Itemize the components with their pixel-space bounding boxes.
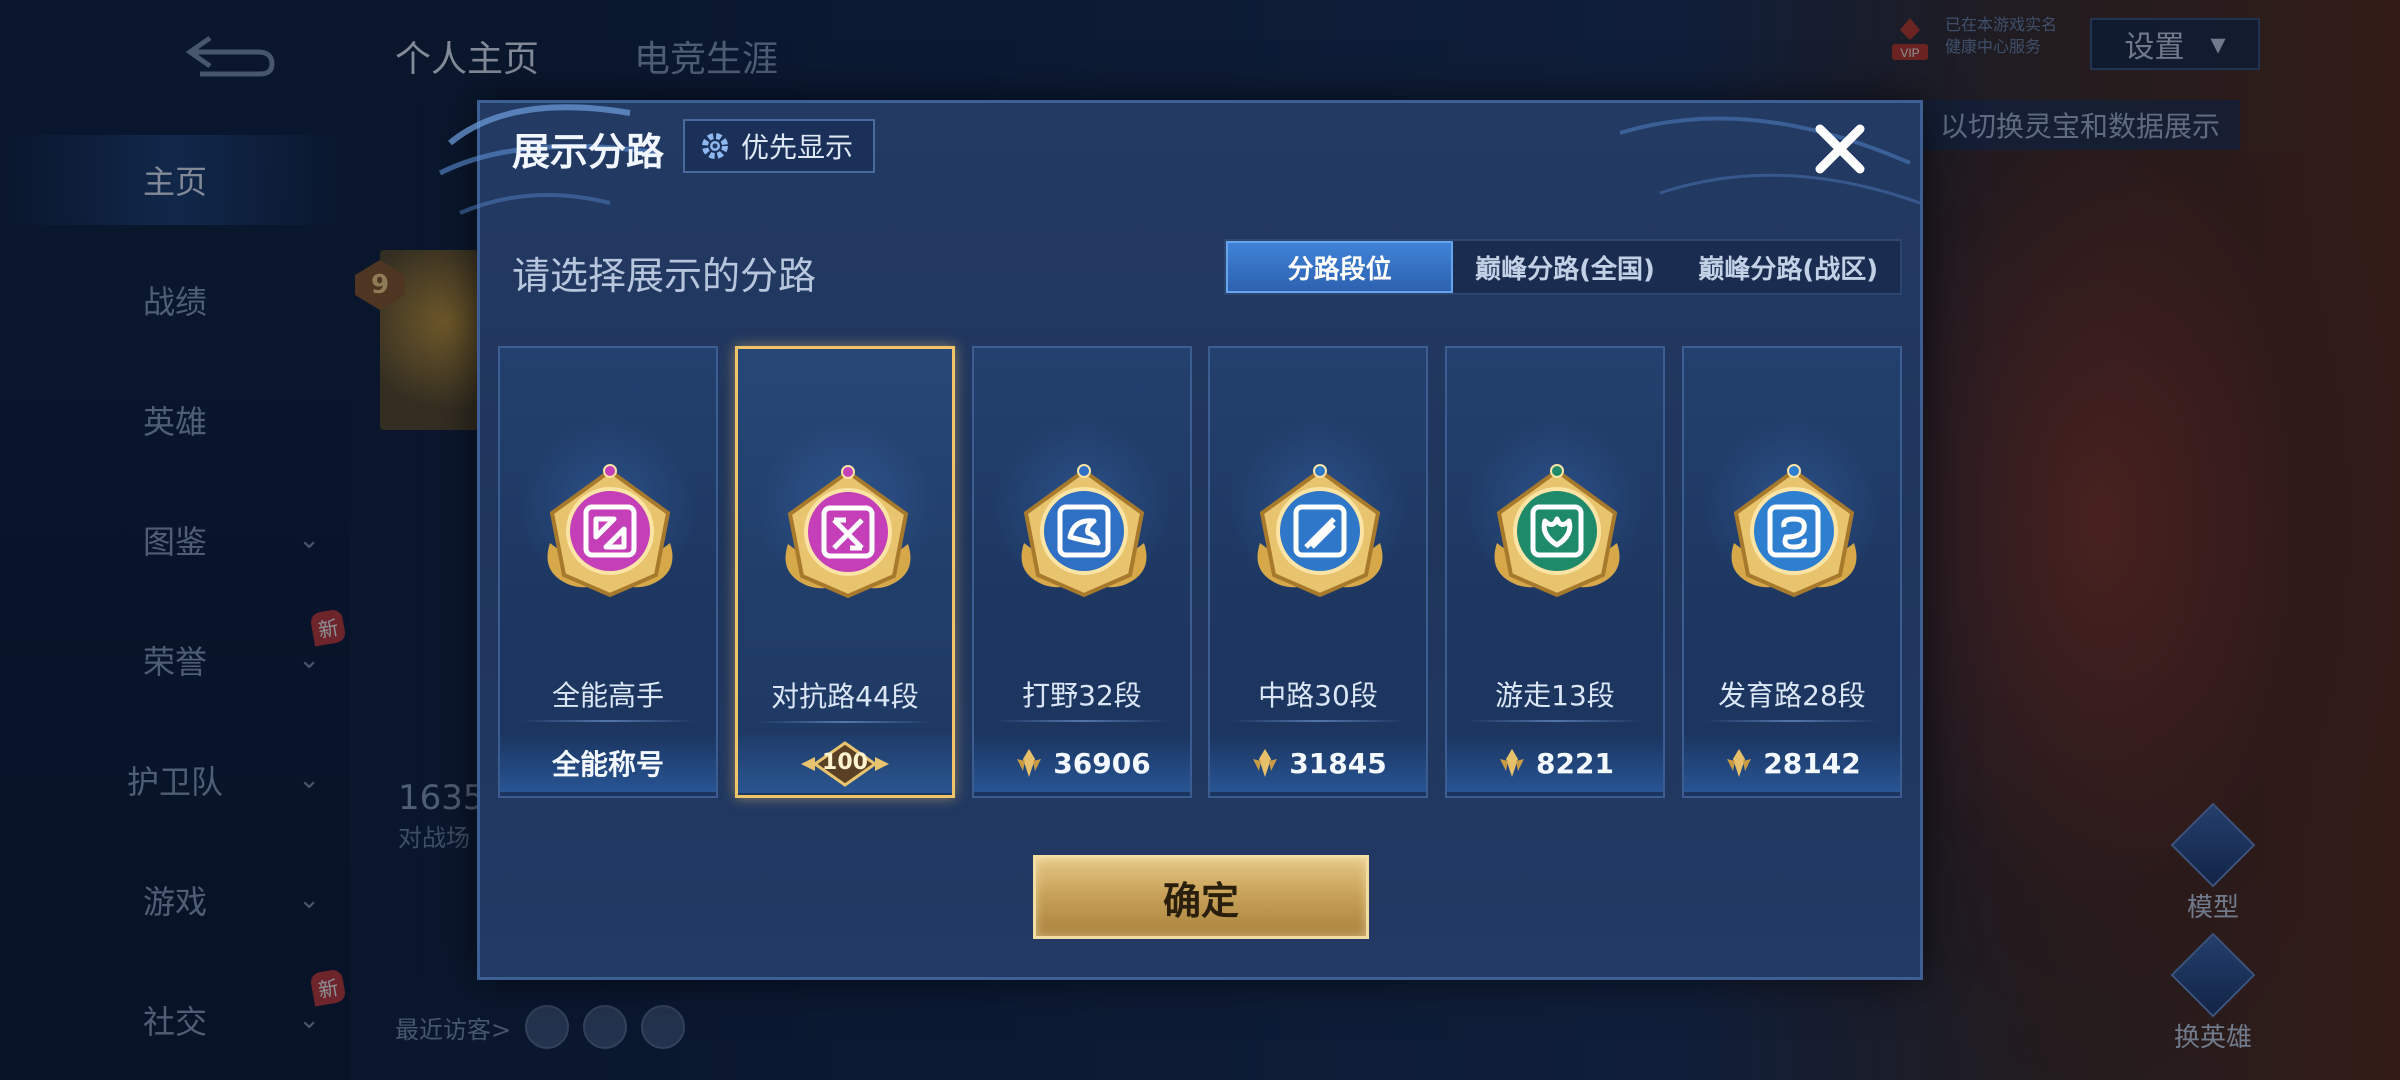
lane-title-label: 全能称号 [551, 748, 664, 781]
rank-points-icon [1253, 749, 1278, 777]
all-round-emblem-icon [547, 464, 673, 598]
lane-name: 游走13段 [1495, 679, 1615, 712]
tab-lane-rank[interactable]: 分路段位 [1226, 241, 1454, 293]
lane-score-value: 28142 [1763, 746, 1861, 780]
lane-score: 36906 [974, 734, 1190, 792]
tab-peak-lane-national[interactable]: 巅峰分路(全国) [1453, 241, 1676, 293]
divider [1704, 720, 1880, 722]
farm-lane-emblem-icon [1731, 464, 1857, 598]
rank-points-icon [1500, 749, 1525, 777]
divider [758, 721, 932, 723]
lane-display-dialog: 展示分路 优先显示 请选择展示的分路 分路段位 巅峰分路(全国) 巅峰分路(战区… [438, 100, 1923, 980]
lane-card[interactable]: 对抗路44段 100 [735, 346, 955, 798]
star-count-badge: 100 [795, 741, 895, 787]
lane-card[interactable]: 全能高手 全能称号 [498, 346, 718, 798]
jungle-emblem-icon [1021, 464, 1147, 598]
dialog-decoration [1619, 116, 1921, 205]
lane-score-value: 31845 [1289, 746, 1387, 780]
lane-name: 中路30段 [1258, 679, 1378, 712]
divider [994, 720, 1170, 722]
priority-display-label: 优先显示 [741, 131, 854, 164]
divider [520, 720, 696, 722]
dialog-title: 展示分路 [512, 130, 665, 174]
clash-lane-emblem-icon [785, 465, 911, 599]
star-count: 100 [822, 750, 868, 775]
tab-peak-lane-region[interactable]: 巅峰分路(战区) [1677, 241, 1900, 293]
lane-name: 打野32段 [1022, 679, 1142, 712]
rank-points-icon [1017, 749, 1042, 777]
priority-display-button[interactable]: 优先显示 [683, 119, 876, 173]
divider [1230, 720, 1406, 722]
dialog-subtitle: 请选择展示的分路 [512, 254, 817, 298]
lane-score: 8221 [1447, 734, 1663, 792]
lane-score: 31845 [1210, 734, 1426, 792]
lane-score-value: 36906 [1053, 746, 1151, 780]
lane-card[interactable]: 发育路28段 28142 [1682, 346, 1902, 798]
lane-card[interactable]: 游走13段 8221 [1445, 346, 1665, 798]
lane-cards: 全能高手 全能称号 对抗路44段 100 打野32段 36906 中路30段 31845 游走1… [498, 346, 1902, 798]
mid-lane-emblem-icon [1257, 464, 1383, 598]
lane-score-value: 8221 [1536, 746, 1614, 780]
lane-name: 发育路28段 [1718, 679, 1866, 712]
lane-tabs: 分路段位 巅峰分路(全国) 巅峰分路(战区) [1224, 239, 1902, 295]
lane-score: 100 [738, 735, 952, 793]
divider [1467, 720, 1643, 722]
lane-card[interactable]: 打野32段 36906 [972, 346, 1192, 798]
lane-score: 28142 [1684, 734, 1900, 792]
lane-name: 对抗路44段 [771, 680, 919, 713]
lane-card[interactable]: 中路30段 31845 [1208, 346, 1428, 798]
close-icon[interactable] [1808, 117, 1872, 181]
lane-name: 全能高手 [551, 679, 664, 712]
roam-emblem-icon [1494, 464, 1620, 598]
lane-score: 全能称号 [500, 734, 716, 792]
rank-points-icon [1727, 749, 1752, 777]
gear-icon [702, 133, 728, 159]
confirm-button[interactable]: 确定 [1033, 855, 1369, 939]
